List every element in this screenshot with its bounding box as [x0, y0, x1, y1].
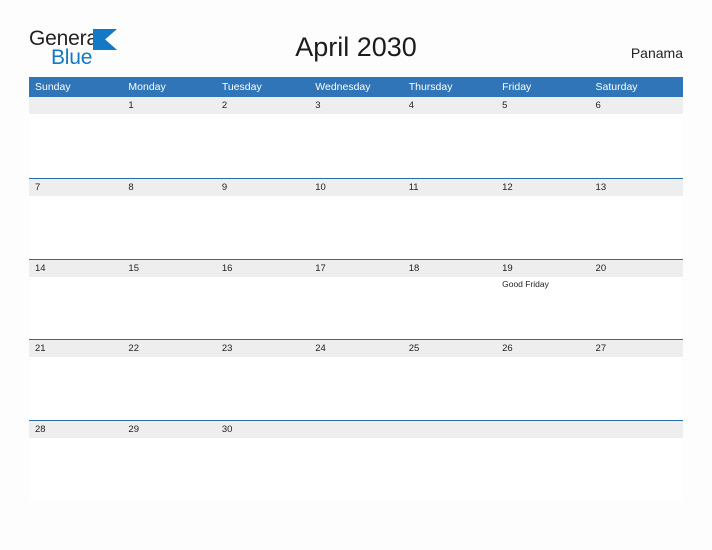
day-cell[interactable]	[496, 438, 589, 501]
day-cell[interactable]	[29, 357, 122, 420]
day-cell[interactable]	[122, 114, 215, 177]
day-cell[interactable]	[590, 196, 683, 259]
dow-monday: Monday	[128, 81, 166, 93]
date-number[interactable]: 9	[216, 179, 309, 196]
day-cell[interactable]	[122, 438, 215, 501]
day-cell[interactable]	[590, 114, 683, 177]
date-number[interactable]: 12	[496, 179, 589, 196]
day-of-week-header-row: Sunday Monday Tuesday Wednesday Thursday…	[29, 77, 683, 97]
date-number[interactable]: 21	[29, 340, 122, 357]
date-number[interactable]: 24	[309, 340, 402, 357]
date-number[interactable]: 26	[496, 340, 589, 357]
date-number[interactable]: 5	[496, 97, 589, 114]
date-number[interactable]: 27	[590, 340, 683, 357]
week-row: 7 8 9 10 11 12 13	[29, 178, 683, 259]
day-cell[interactable]	[309, 277, 402, 340]
country-label: Panama	[630, 45, 683, 61]
day-cell[interactable]	[216, 277, 309, 340]
week-date-strip: 28 29 30	[29, 419, 683, 438]
date-number[interactable]: 28	[29, 421, 122, 438]
week-row: 28 29 30	[29, 419, 683, 501]
day-cell[interactable]	[309, 114, 402, 177]
day-cell[interactable]	[216, 438, 309, 501]
date-number[interactable]: 6	[590, 97, 683, 114]
day-cell[interactable]	[496, 196, 589, 259]
date-number[interactable]: 7	[29, 179, 122, 196]
date-number[interactable]: 30	[216, 421, 309, 438]
date-number[interactable]: 29	[122, 421, 215, 438]
date-number[interactable]: 23	[216, 340, 309, 357]
day-cell[interactable]	[403, 277, 496, 340]
day-cell[interactable]	[309, 196, 402, 259]
day-cell[interactable]	[216, 357, 309, 420]
page-header: General Blue April 2030 Panama	[0, 0, 712, 76]
date-number[interactable]: 13	[590, 179, 683, 196]
date-number[interactable]: 4	[403, 97, 496, 114]
week-body-strip	[29, 357, 683, 420]
day-cell[interactable]	[29, 277, 122, 340]
dow-wednesday: Wednesday	[315, 81, 371, 93]
date-number[interactable]: 14	[29, 260, 122, 277]
day-cell[interactable]	[496, 357, 589, 420]
date-number[interactable]: 20	[590, 260, 683, 277]
page-title: April 2030	[295, 32, 417, 62]
week-body-strip: Good Friday	[29, 276, 683, 340]
week-date-strip: 7 8 9 10 11 12 13	[29, 178, 683, 196]
week-body-strip	[29, 196, 683, 259]
date-number[interactable]: 17	[309, 260, 402, 277]
calendar-page: General Blue April 2030 Panama Sunday Mo…	[0, 0, 712, 550]
date-number[interactable]	[590, 421, 683, 438]
date-number[interactable]: 8	[122, 179, 215, 196]
event-label: Good Friday	[502, 278, 549, 289]
day-cell[interactable]	[216, 196, 309, 259]
day-cell[interactable]	[590, 438, 683, 501]
day-cell[interactable]	[403, 196, 496, 259]
week-date-strip: 21 22 23 24 25 26 27	[29, 339, 683, 357]
date-number[interactable]	[309, 421, 402, 438]
date-number[interactable]: 25	[403, 340, 496, 357]
week-row: 14 15 16 17 18 19 20 Good Friday	[29, 258, 683, 340]
day-cell[interactable]	[29, 196, 122, 259]
date-number[interactable]: 16	[216, 260, 309, 277]
date-number[interactable]: 18	[403, 260, 496, 277]
day-cell[interactable]	[309, 438, 402, 501]
day-cell[interactable]	[403, 357, 496, 420]
date-number[interactable]: 1	[122, 97, 215, 114]
day-cell[interactable]	[590, 277, 683, 340]
day-cell[interactable]	[122, 196, 215, 259]
week-row: 1 2 3 4 5 6	[29, 97, 683, 178]
date-number[interactable]: 11	[403, 179, 496, 196]
day-cell[interactable]	[122, 357, 215, 420]
week-body-strip	[29, 114, 683, 177]
day-cell[interactable]	[122, 277, 215, 340]
day-cell[interactable]	[590, 357, 683, 420]
date-number[interactable]: 19	[496, 260, 589, 277]
day-cell[interactable]	[403, 114, 496, 177]
date-number[interactable]	[403, 421, 496, 438]
week-date-strip: 14 15 16 17 18 19 20	[29, 258, 683, 277]
day-cell[interactable]	[403, 438, 496, 501]
date-number[interactable]: 15	[122, 260, 215, 277]
day-cell[interactable]	[29, 114, 122, 177]
day-cell[interactable]	[216, 114, 309, 177]
date-number[interactable]: 22	[122, 340, 215, 357]
date-number[interactable]: 10	[309, 179, 402, 196]
dow-thursday: Thursday	[408, 81, 453, 93]
week-body-strip	[29, 437, 683, 501]
date-number[interactable]: 2	[216, 97, 309, 114]
dow-friday: Friday	[502, 81, 532, 93]
day-cell[interactable]	[496, 114, 589, 177]
dow-sunday: Sunday	[35, 81, 71, 93]
week-row: 21 22 23 24 25 26 27	[29, 339, 683, 420]
date-number[interactable]	[496, 421, 589, 438]
date-number[interactable]	[29, 97, 122, 114]
day-cell[interactable]	[29, 438, 122, 501]
date-number[interactable]: 3	[309, 97, 402, 114]
day-cell[interactable]	[309, 357, 402, 420]
week-date-strip: 1 2 3 4 5 6	[29, 97, 683, 114]
month-calendar: Sunday Monday Tuesday Wednesday Thursday…	[29, 77, 683, 501]
dow-saturday: Saturday	[595, 81, 638, 93]
dow-tuesday: Tuesday	[221, 81, 262, 93]
day-cell[interactable]: Good Friday	[496, 277, 589, 340]
